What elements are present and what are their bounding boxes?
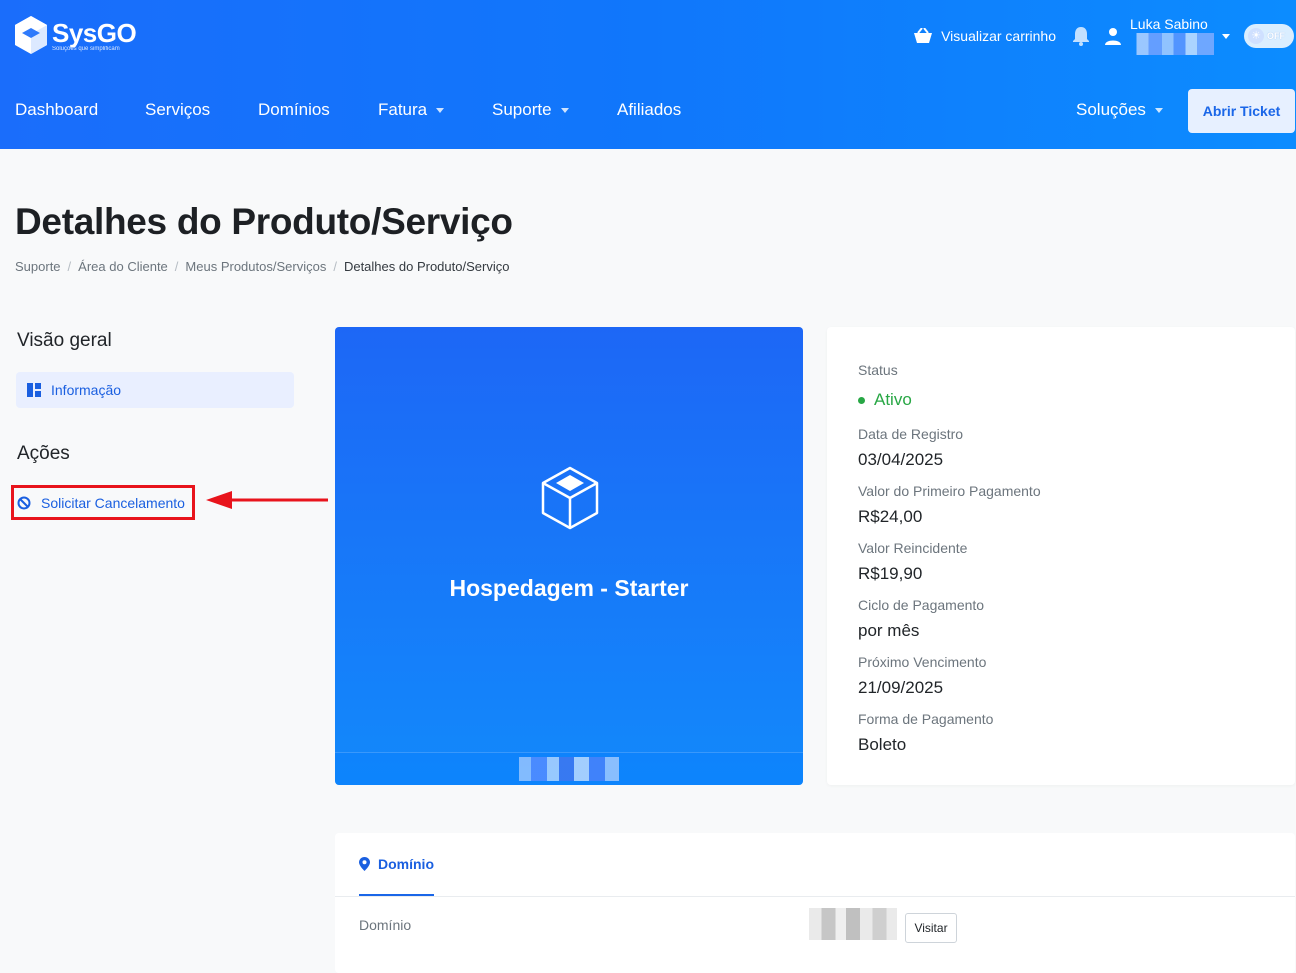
- breadcrumb-item[interactable]: Meus Produtos/Serviços: [185, 259, 326, 274]
- red-arrow-annotation: [206, 491, 328, 509]
- theme-toggle[interactable]: ☀ OFF: [1244, 24, 1294, 48]
- actions-heading: Ações: [17, 443, 70, 464]
- payment-method-label: Forma de Pagamento: [858, 711, 994, 727]
- dashboard-icon: [27, 383, 41, 397]
- recurring-amount-label: Valor Reincidente: [858, 540, 968, 556]
- nav-services-label: Serviços: [145, 100, 211, 119]
- breadcrumb-current: Detalhes do Produto/Serviço: [343, 259, 510, 274]
- breadcrumb-item[interactable]: Área do Cliente: [78, 259, 168, 274]
- basket-icon: [914, 28, 933, 43]
- brand-logo[interactable]: SysGO Soluções que simplificam: [14, 14, 137, 56]
- details-card: Status Ativo Data de Registro 03/04/2025…: [827, 327, 1295, 785]
- nav-support-label: Suporte: [492, 100, 552, 119]
- nav-support[interactable]: Suporte: [492, 100, 569, 120]
- theme-toggle-label: OFF: [1267, 31, 1285, 41]
- view-cart-link[interactable]: Visualizar carrinho: [913, 28, 1056, 44]
- brand-tagline: Soluções que simplificam: [52, 46, 120, 52]
- billing-cycle-value: por mês: [858, 621, 920, 640]
- box-icon: [541, 466, 599, 530]
- tab-domain[interactable]: Domínio: [359, 833, 434, 897]
- breadcrumb-separator: /: [174, 259, 179, 274]
- registration-date-label: Data de Registro: [858, 426, 964, 442]
- breadcrumb-separator: /: [333, 259, 337, 274]
- redacted-domain-value: [809, 908, 897, 940]
- page-title: Detalhes do Produto/Serviço: [15, 201, 513, 242]
- recurring-amount-value: R$19,90: [858, 564, 923, 583]
- nav-solutions-label: Soluções: [1076, 100, 1146, 119]
- nav-solutions[interactable]: Soluções: [1076, 100, 1163, 120]
- next-due-date-value: 21/09/2025: [858, 678, 944, 697]
- main-nav: Dashboard Serviços Domínios Fatura Supor…: [0, 88, 1296, 134]
- view-cart-label: Visualizar carrinho: [941, 28, 1056, 44]
- first-payment-value: R$24,00: [858, 507, 923, 526]
- nav-dashboard-label: Dashboard: [15, 100, 99, 119]
- cube-logo-icon: [15, 16, 47, 54]
- payment-method-value: Boleto: [858, 735, 907, 754]
- billing-cycle-label: Ciclo de Pagamento: [858, 597, 985, 613]
- topbar: Visualizar carrinho Luka Sabino ☀ OFF: [913, 14, 1296, 58]
- divider: [335, 896, 1295, 897]
- product-card: Hospedagem - Starter: [335, 327, 803, 785]
- registration-date-value: 03/04/2025: [858, 450, 944, 469]
- nav-affiliates[interactable]: Afiliados: [617, 100, 681, 120]
- sidebar-item-information-label: Informação: [51, 382, 122, 398]
- status-label: Status: [858, 362, 898, 378]
- domain-card: Domínio Domínio Visitar: [335, 833, 1295, 973]
- redacted-domain: [519, 757, 619, 781]
- status-badge: Ativo: [858, 390, 912, 410]
- nav-dashboard[interactable]: Dashboard: [15, 100, 98, 120]
- chevron-down-icon: [436, 107, 445, 113]
- chevron-down-icon: [1154, 107, 1163, 113]
- product-name: Hospedagem - Starter: [449, 575, 689, 601]
- nav-domains-label: Domínios: [258, 100, 330, 119]
- user-name: Luka Sabino: [1130, 16, 1208, 32]
- product-domain-footer: [335, 752, 803, 785]
- breadcrumb-item[interactable]: Suporte: [15, 259, 61, 274]
- user-menu[interactable]: Luka Sabino: [1104, 17, 1230, 55]
- status-value: Ativo: [874, 390, 912, 409]
- nav-domains[interactable]: Domínios: [258, 100, 330, 120]
- request-cancellation-label: Solicitar Cancelamento: [41, 494, 185, 511]
- nav-billing[interactable]: Fatura: [378, 100, 445, 120]
- overview-heading: Visão geral: [17, 330, 112, 351]
- visit-button[interactable]: Visitar: [905, 913, 957, 943]
- request-cancellation-link[interactable]: Solicitar Cancelamento: [11, 485, 195, 520]
- notifications-button[interactable]: [1072, 26, 1090, 46]
- sun-icon: ☀: [1248, 28, 1264, 44]
- next-due-date-label: Próximo Vencimento: [858, 654, 987, 670]
- first-payment-label: Valor do Primeiro Pagamento: [858, 483, 1041, 499]
- domain-row-label: Domínio: [359, 917, 412, 933]
- breadcrumb-separator: /: [67, 259, 72, 274]
- site-header: SysGO Soluções que simplificam Visualiza…: [0, 0, 1296, 149]
- chevron-down-icon: [1222, 33, 1230, 39]
- tab-domain-label: Domínio: [378, 855, 434, 872]
- open-ticket-button[interactable]: Abrir Ticket: [1188, 89, 1295, 133]
- nav-billing-label: Fatura: [378, 100, 428, 119]
- breadcrumb: Suporte / Área do Cliente / Meus Produto…: [15, 259, 509, 274]
- redacted-email: [1130, 33, 1214, 55]
- bell-icon: [1073, 27, 1089, 46]
- nav-affiliates-label: Afiliados: [617, 100, 682, 119]
- user-icon: [1105, 28, 1121, 45]
- chevron-down-icon: [560, 107, 569, 113]
- status-dot-icon: [858, 396, 865, 404]
- nav-services[interactable]: Serviços: [145, 100, 210, 120]
- map-pin-icon: [359, 856, 370, 871]
- brand-name: SysGO: [52, 18, 137, 48]
- ban-icon: [17, 496, 31, 509]
- sidebar-item-information[interactable]: Informação: [16, 372, 294, 408]
